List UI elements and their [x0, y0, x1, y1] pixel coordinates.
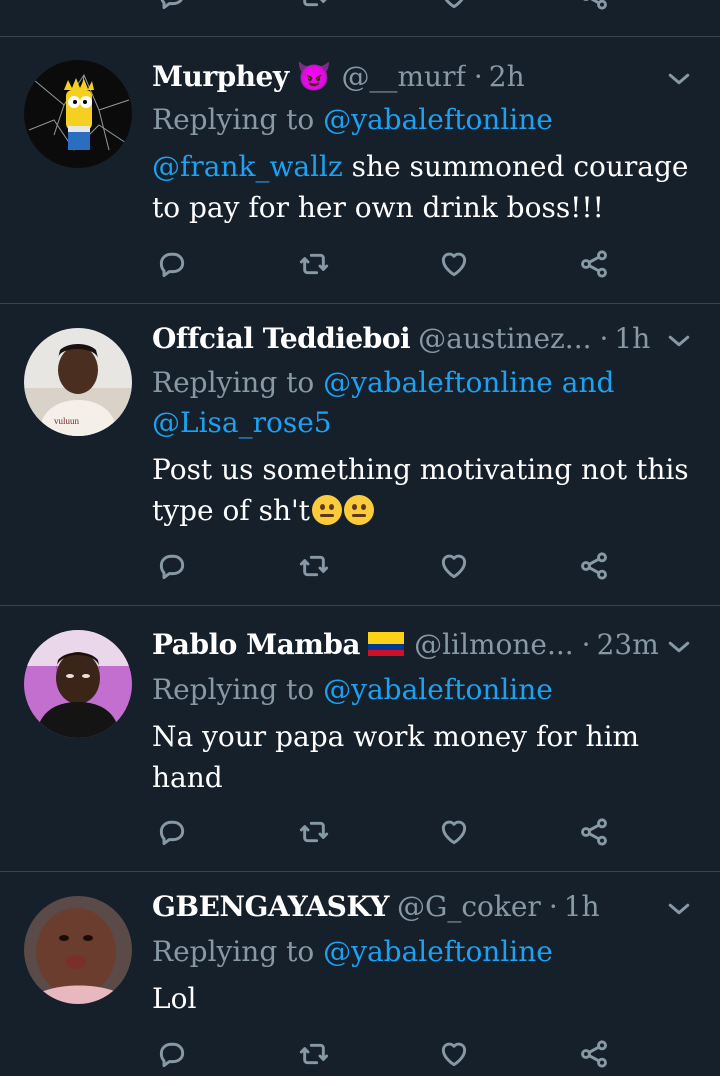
tweet-body: Post us something motivating not this ty…: [152, 453, 689, 527]
devil-emoji-icon: 😈: [296, 60, 332, 93]
share-icon[interactable]: [576, 814, 612, 850]
avatar[interactable]: vuluun: [24, 328, 132, 436]
mention-link[interactable]: @yabaleftonline: [323, 673, 553, 706]
replying-to: Replying to @yabaleftonline: [152, 670, 680, 710]
heart-icon[interactable]: [436, 0, 472, 14]
replying-to: Replying to @yabaleftonline and @Lisa_ro…: [152, 363, 680, 443]
reply-icon[interactable]: [154, 1036, 190, 1072]
user-handle[interactable]: @__murf: [342, 60, 466, 93]
tweet[interactable]: vuluun Offcial Teddieboi @austinez... · …: [0, 322, 720, 605]
chevron-down-icon[interactable]: [664, 632, 694, 662]
share-icon[interactable]: [576, 246, 612, 282]
separator-dot: ·: [599, 322, 609, 355]
tweet-header: Offcial Teddieboi @austinez... · 1h: [152, 322, 660, 362]
timestamp[interactable]: 1h: [564, 890, 600, 923]
display-name[interactable]: Offcial Teddieboi: [152, 322, 411, 355]
divider: [0, 303, 720, 304]
user-handle[interactable]: @austinez...: [418, 322, 591, 355]
tweet-actions: [0, 814, 720, 850]
colombia-flag-icon: [368, 628, 405, 661]
retweet-icon[interactable]: [296, 814, 332, 850]
reply-icon[interactable]: [154, 246, 190, 282]
tweet-header: Pablo Mamba @lilmone... · 23m: [152, 628, 660, 668]
replying-label: Replying to: [152, 935, 324, 968]
heart-icon[interactable]: [436, 246, 472, 282]
tweet-text: Lol: [152, 978, 698, 1019]
retweet-icon[interactable]: [296, 0, 332, 14]
timestamp[interactable]: 1h: [614, 322, 650, 355]
tweet-actions: [0, 1036, 720, 1072]
separator-dot: ·: [548, 890, 558, 923]
tweet-body: Lol: [152, 982, 197, 1015]
replying-to: Replying to @yabaleftonline: [152, 100, 680, 140]
heart-icon[interactable]: [436, 548, 472, 584]
retweet-icon[interactable]: [296, 246, 332, 282]
mention-link[interactable]: @yabaleftonline: [323, 366, 553, 399]
tweet-actions: [0, 246, 720, 282]
replying-and: and: [552, 366, 615, 399]
display-name[interactable]: Murphey: [152, 60, 289, 93]
heart-icon[interactable]: [436, 814, 472, 850]
share-icon[interactable]: [576, 0, 612, 14]
divider: [0, 605, 720, 606]
separator-dot: ·: [473, 60, 483, 93]
chevron-down-icon[interactable]: [664, 326, 694, 356]
retweet-icon[interactable]: [296, 1036, 332, 1072]
mention-link[interactable]: @Lisa_rose5: [152, 406, 332, 439]
tweet-header: Murphey 😈 @__murf · 2h: [152, 60, 660, 100]
display-name[interactable]: Pablo Mamba: [152, 628, 361, 661]
mention-link[interactable]: @yabaleftonline: [323, 103, 553, 136]
timestamp[interactable]: 2h: [489, 60, 525, 93]
previous-tweet-actions: [0, 0, 720, 14]
tweet-text: Na your papa work money for him hand: [152, 716, 650, 798]
mention-link[interactable]: @yabaleftonline: [323, 935, 553, 968]
reply-icon[interactable]: [154, 0, 190, 14]
timestamp[interactable]: 23m: [597, 628, 659, 661]
divider: [0, 871, 720, 872]
replying-label: Replying to: [152, 366, 324, 399]
replying-label: Replying to: [152, 673, 324, 706]
separator-dot: ·: [581, 628, 591, 661]
replying-to: Replying to @yabaleftonline: [152, 932, 680, 972]
replying-label: Replying to: [152, 103, 324, 136]
reply-icon[interactable]: [154, 814, 190, 850]
tweet[interactable]: Murphey 😈 @__murf · 2h Replying to @yaba…: [0, 60, 720, 303]
avatar[interactable]: [24, 60, 132, 168]
avatar[interactable]: [24, 630, 132, 738]
tweet-feed: Murphey 😈 @__murf · 2h Replying to @yaba…: [0, 0, 720, 1076]
retweet-icon[interactable]: [296, 548, 332, 584]
neutral-face-emoji-icon: [343, 495, 374, 525]
chevron-down-icon[interactable]: [664, 894, 694, 924]
tweet[interactable]: GBENGAYASKY @G_coker · 1h Replying to @y…: [0, 890, 720, 1076]
avatar[interactable]: [24, 896, 132, 1004]
chevron-down-icon[interactable]: [664, 64, 694, 94]
share-icon[interactable]: [576, 1036, 612, 1072]
tweet-text: @frank_wallz she summoned courage to pay…: [152, 146, 698, 228]
share-icon[interactable]: [576, 548, 612, 584]
tweet[interactable]: Pablo Mamba @lilmone... · 23m Replying t…: [0, 628, 720, 871]
display-name[interactable]: GBENGAYASKY: [152, 890, 389, 923]
tweet-body: Na your papa work money for him hand: [152, 720, 640, 794]
user-handle[interactable]: @lilmone...: [414, 628, 574, 661]
mention-link[interactable]: @frank_wallz: [152, 150, 343, 183]
divider: [0, 36, 720, 37]
svg-text:vuluun: vuluun: [54, 416, 80, 426]
heart-icon[interactable]: [436, 1036, 472, 1072]
tweet-actions: [0, 548, 720, 584]
tweet-text: Post us something motivating not this ty…: [152, 449, 698, 531]
reply-icon[interactable]: [154, 548, 190, 584]
user-handle[interactable]: @G_coker: [397, 890, 541, 923]
tweet-header: GBENGAYASKY @G_coker · 1h: [152, 890, 660, 930]
neutral-face-emoji-icon: [311, 495, 342, 525]
